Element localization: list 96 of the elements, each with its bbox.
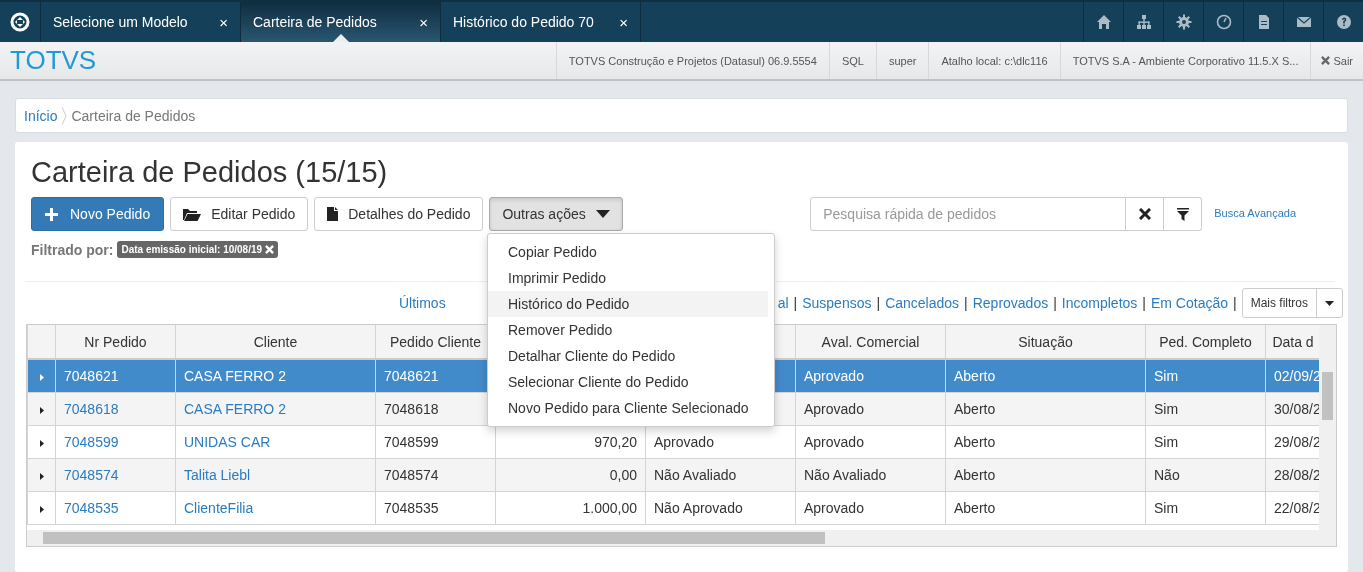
menu-item[interactable]: Imprimir Pedido bbox=[488, 265, 774, 291]
tab[interactable]: Carteira de Pedidos × bbox=[241, 2, 441, 42]
column-header: Nr Pedido bbox=[55, 325, 176, 359]
table-cell: Não Aprovado bbox=[645, 491, 796, 525]
table-cell: Não Avaliado bbox=[645, 458, 796, 492]
filter-link[interactable]: Suspensos bbox=[802, 295, 872, 311]
table-cell: 7048599 bbox=[375, 425, 496, 459]
column-header: Situação bbox=[945, 325, 1146, 359]
breadcrumb-current: Carteira de Pedidos bbox=[71, 107, 196, 124]
action-button[interactable]: Novo Pedido bbox=[31, 197, 165, 231]
expand-icon[interactable] bbox=[39, 473, 44, 480]
table-cell: Sim bbox=[1145, 425, 1266, 459]
expand-icon[interactable] bbox=[39, 440, 44, 447]
close-icon bbox=[1321, 56, 1331, 65]
table-cell: Aberto bbox=[945, 425, 1146, 459]
filter-link[interactable]: Últimos bbox=[399, 295, 446, 311]
vertical-scrollbar[interactable] bbox=[1319, 325, 1336, 546]
table-cell: Sim bbox=[1145, 392, 1266, 426]
table-cell: 970,20 bbox=[495, 425, 646, 459]
separator: | bbox=[964, 295, 968, 311]
close-icon[interactable]: × bbox=[419, 13, 428, 31]
caret-icon bbox=[595, 210, 610, 218]
page-title: Carteira de Pedidos (15/15) bbox=[31, 156, 389, 189]
close-icon[interactable]: × bbox=[219, 13, 228, 31]
info-item: super bbox=[875, 42, 929, 79]
table-cell: Sim bbox=[1145, 359, 1266, 393]
clear-icon[interactable] bbox=[1126, 197, 1165, 231]
table-cell[interactable]: Talita Liebl bbox=[175, 458, 376, 492]
plus-icon bbox=[45, 207, 58, 221]
info-item: TOTVS Construção e Projetos (Datasul) 06.9.5554 bbox=[555, 42, 829, 79]
separator: | bbox=[1053, 295, 1057, 311]
column-header: Cliente bbox=[175, 325, 376, 359]
table-cell[interactable]: 7048618 bbox=[55, 392, 176, 426]
table-cell: 7048574 bbox=[375, 458, 496, 492]
table-cell: Não bbox=[1145, 458, 1266, 492]
file-icon bbox=[327, 207, 339, 221]
table-cell: Aprovado bbox=[795, 392, 946, 426]
search-field[interactable]: Pesquisa rápida de pedidos bbox=[810, 197, 1127, 231]
separator: | bbox=[1233, 295, 1237, 311]
filter-link[interactable]: al bbox=[777, 295, 789, 311]
action-button[interactable]: Editar Pedido bbox=[170, 197, 309, 231]
separator: | bbox=[876, 295, 881, 311]
close-icon[interactable]: × bbox=[619, 13, 628, 31]
logout-button[interactable]: Sair bbox=[1310, 42, 1363, 79]
info-item: TOTVS S.A - Ambiente Corporativo 11.5.X S... bbox=[1059, 42, 1311, 79]
table-cell[interactable]: 7048621 bbox=[55, 359, 176, 393]
advanced-search-link[interactable]: Busca Avançada bbox=[1214, 207, 1296, 219]
table-cell[interactable]: ClienteFilia bbox=[175, 491, 376, 525]
column-header: Data d bbox=[1265, 325, 1319, 359]
table-cell: Aprovado bbox=[795, 359, 946, 393]
info-item: Atalho local: c:\dlc116 bbox=[928, 42, 1060, 79]
expand-icon[interactable] bbox=[39, 407, 44, 414]
filter-link[interactable]: Cancelados bbox=[885, 295, 960, 311]
filter-link[interactable]: Reprovados bbox=[972, 295, 1049, 311]
more-filters-button[interactable]: Mais filtros bbox=[1241, 288, 1343, 318]
filter-tag[interactable]: Data emissão inicial: 10/08/19 bbox=[117, 241, 279, 258]
table-cell: Aberto bbox=[945, 491, 1146, 525]
filter-link[interactable]: Em Cotação bbox=[1150, 295, 1228, 311]
table-cell: Aberto bbox=[945, 359, 1146, 393]
table-cell: Aberto bbox=[945, 392, 1146, 426]
table-cell: 1.000,00 bbox=[495, 491, 646, 525]
breadcrumb-link[interactable]: Início bbox=[24, 107, 58, 124]
action-button[interactable]: Detalhes do Pedido bbox=[314, 197, 484, 231]
table-cell[interactable]: 7048574 bbox=[55, 458, 176, 492]
column-header: Aval. Comercial bbox=[795, 325, 946, 359]
chevron-icon bbox=[61, 106, 68, 125]
menu-item[interactable]: Histórico do Pedido bbox=[488, 291, 768, 317]
expand-icon[interactable] bbox=[39, 506, 44, 513]
menu-item[interactable]: Copiar Pedido bbox=[488, 239, 774, 265]
filter-label: Filtrado por: bbox=[31, 241, 114, 258]
info-item: SQL bbox=[828, 42, 876, 79]
table-cell: 7048535 bbox=[375, 491, 496, 525]
table-cell[interactable]: UNIDAS CAR bbox=[175, 425, 376, 459]
separator: | bbox=[1142, 295, 1146, 311]
table-cell: Aprovado bbox=[795, 491, 946, 525]
folder-icon bbox=[183, 207, 202, 221]
logo-icon bbox=[10, 12, 30, 32]
action-button[interactable]: Outras ações bbox=[489, 197, 623, 231]
filter-link[interactable]: Incompletos bbox=[1061, 295, 1138, 311]
brand-logo: TOTVS bbox=[10, 45, 97, 76]
separator: | bbox=[793, 295, 798, 311]
column-header: Ped. Completo bbox=[1145, 325, 1266, 359]
table-cell: Aberto bbox=[945, 458, 1146, 492]
table-cell[interactable]: CASA FERRO 2 bbox=[175, 359, 376, 393]
table-cell[interactable]: 7048535 bbox=[55, 491, 176, 525]
close-icon[interactable] bbox=[265, 245, 275, 254]
table-cell: Não Avaliado bbox=[795, 458, 946, 492]
caret-icon bbox=[1325, 300, 1334, 306]
table-cell[interactable]: CASA FERRO 2 bbox=[175, 392, 376, 426]
table-cell[interactable]: 7048599 bbox=[55, 425, 176, 459]
table-cell: 0,00 bbox=[495, 458, 646, 492]
table-cell: Aprovado bbox=[645, 425, 796, 459]
filter-icon[interactable] bbox=[1164, 197, 1203, 231]
horizontal-scrollbar[interactable] bbox=[27, 530, 1319, 546]
table-cell: Sim bbox=[1145, 491, 1266, 525]
table-cell: Aprovado bbox=[795, 425, 946, 459]
